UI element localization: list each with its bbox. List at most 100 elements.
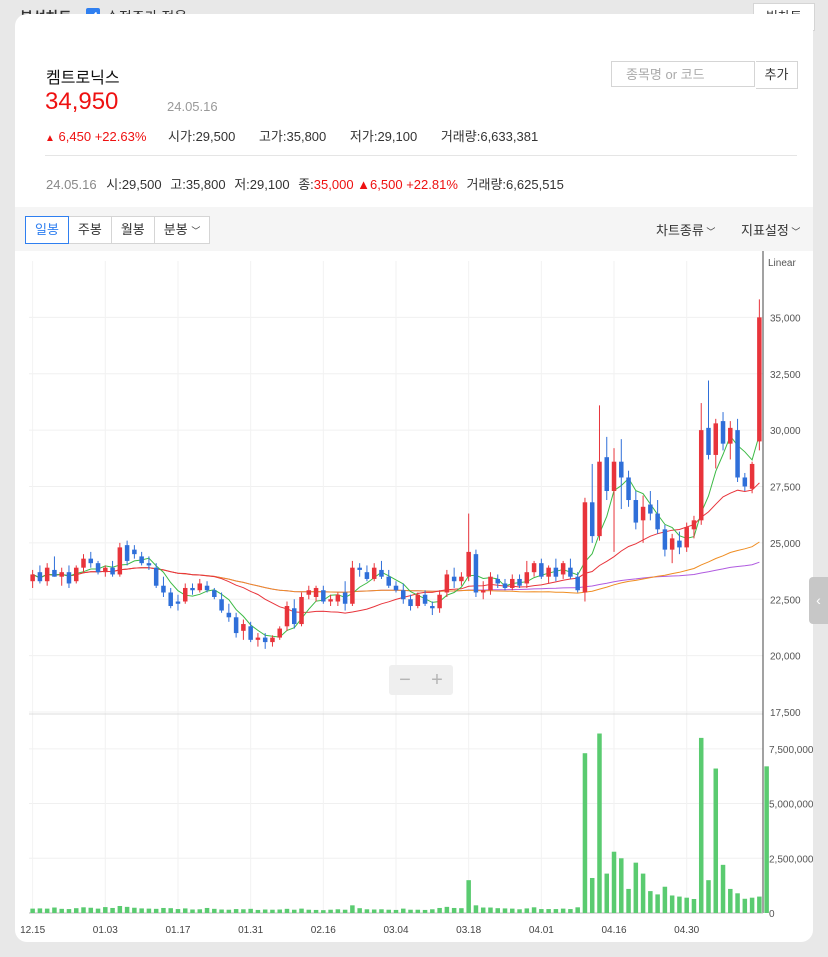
candle — [502, 578, 508, 591]
candle — [444, 569, 450, 597]
candle-body — [473, 554, 479, 593]
chart-type-dropdown[interactable]: 차트종류 ﹀ — [656, 220, 715, 239]
volume-bar — [66, 909, 72, 913]
candle-body — [720, 421, 726, 444]
hover-change-pct: +22.81% — [406, 177, 458, 192]
candle-body — [66, 572, 72, 584]
search-input[interactable]: 종목명 or 코드 — [611, 61, 755, 87]
candle-body — [117, 547, 123, 575]
volume-tick-label: 0 — [769, 909, 775, 920]
tab-weekly[interactable]: 주봉 — [67, 216, 112, 244]
indicator-dropdown[interactable]: 지표설정 ﹀ — [741, 220, 800, 239]
volume-bar — [81, 907, 86, 913]
candle-body — [582, 502, 588, 593]
price-summary: ▲ 6,450 +22.63% 시가:29,500 고가:35,800 저가:2… — [45, 129, 539, 144]
candle — [277, 626, 282, 640]
candle-body — [81, 558, 86, 568]
hover-volume-label: 거래량 — [466, 177, 503, 192]
candle — [190, 583, 195, 595]
candle-body — [713, 423, 719, 455]
volume-bar — [691, 898, 697, 913]
candle-body — [742, 477, 748, 487]
candle-body — [313, 587, 319, 597]
volume-bar — [219, 909, 224, 913]
candle-body — [328, 599, 333, 602]
side-panel-handle[interactable]: ‹ — [809, 577, 828, 624]
tab-daily[interactable]: 일봉 — [25, 216, 69, 244]
open-value: 29,500 — [195, 129, 236, 144]
volume-bar — [742, 898, 748, 913]
candle — [749, 461, 755, 494]
candle-body — [284, 606, 290, 627]
candle — [284, 601, 290, 631]
candle — [742, 472, 748, 492]
volume-bar — [480, 907, 486, 913]
candle-body — [597, 461, 602, 537]
volume-bar — [568, 909, 573, 913]
volume-bar — [473, 905, 479, 913]
candle-body — [393, 585, 399, 591]
candle-body — [73, 567, 79, 582]
price-volume-chart[interactable]: Linear 35,000 32,500 30,000 27,500 25,000 22,5… — [15, 251, 813, 941]
zoom-in-button[interactable]: + — [421, 665, 453, 695]
candle — [226, 603, 232, 622]
volume-bar — [379, 909, 384, 913]
candle — [415, 592, 421, 609]
candle-body — [219, 599, 224, 611]
volume-bar — [146, 908, 152, 913]
tab-monthly[interactable]: 월봉 — [110, 216, 155, 244]
candle — [757, 299, 762, 451]
volume-tick-label: 7,500,000 — [769, 745, 813, 756]
candle — [575, 572, 580, 593]
add-button[interactable]: 추가 — [756, 61, 798, 89]
volume-bar — [204, 907, 210, 913]
price-tick-label: 35,000 — [770, 313, 801, 324]
candle — [182, 583, 188, 604]
candle-body — [241, 624, 246, 631]
candle-body — [568, 567, 573, 577]
volume-bar — [502, 908, 508, 913]
tab-minute-label: 분봉 — [163, 222, 188, 237]
candle-body — [633, 500, 639, 523]
volume-bar — [582, 753, 588, 913]
hover-close-label: 종 — [298, 177, 311, 192]
hover-volume: 6,625,515 — [506, 177, 564, 192]
volume-bar — [662, 886, 668, 913]
candle-body — [124, 545, 130, 561]
volume-bar — [698, 737, 704, 913]
candle — [350, 560, 355, 607]
candle-body — [190, 587, 195, 591]
chevron-down-icon: ﹀ — [703, 227, 716, 237]
volume-bar — [393, 909, 399, 913]
candle-body — [44, 567, 50, 582]
candle — [597, 405, 602, 541]
volume-bar — [466, 880, 471, 913]
candle-body — [524, 572, 530, 584]
candle-body — [270, 637, 275, 643]
price-tick-label: 30,000 — [770, 426, 801, 437]
volume-bar — [277, 909, 282, 913]
zoom-out-button[interactable]: − — [389, 665, 421, 695]
candle-body — [306, 590, 312, 595]
candle-body — [88, 558, 94, 564]
volume-bar — [124, 906, 130, 913]
candle — [473, 549, 479, 597]
volume-bar — [350, 905, 355, 913]
volume-bar — [728, 888, 733, 913]
candle-body — [691, 520, 697, 530]
candle-body — [684, 527, 689, 548]
volume-bar — [117, 905, 123, 913]
candle-body — [437, 594, 442, 609]
volume-bar — [495, 908, 500, 913]
candle — [728, 421, 733, 460]
volume-bar — [669, 895, 675, 913]
candle — [546, 565, 551, 584]
chart-toolbar: 일봉 주봉 월봉 분봉 ﹀ 차트종류 ﹀ 지표설정 ﹀ — [15, 207, 813, 251]
volume-bar — [386, 909, 391, 913]
volume-bar — [175, 909, 181, 913]
candle-body — [611, 461, 617, 492]
candle-body — [749, 463, 755, 489]
candle-body — [466, 551, 471, 577]
tab-minute[interactable]: 분봉 ﹀ — [153, 216, 211, 244]
candle-body — [182, 587, 188, 602]
